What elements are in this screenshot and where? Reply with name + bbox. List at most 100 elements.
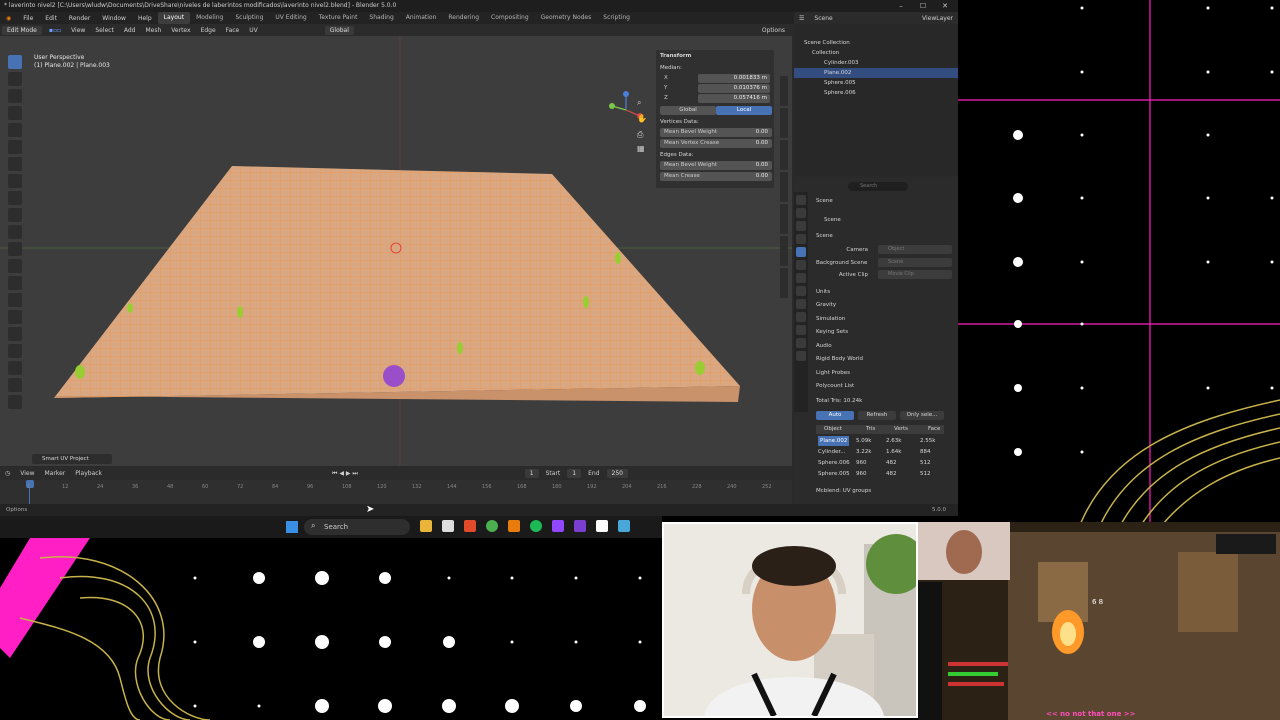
transform-orientation-dropdown[interactable]: Global [324, 25, 354, 35]
tab-compositing[interactable]: Compositing [485, 12, 535, 24]
median-y-field[interactable]: 0.010376 m [698, 84, 770, 93]
tab-animation[interactable]: Animation [400, 12, 443, 24]
viewport-menu-edge[interactable]: Edge [196, 27, 221, 34]
section-gravity[interactable]: Gravity [816, 300, 950, 310]
edge-bevel-weight-field[interactable]: 0.00 [756, 161, 768, 170]
section-units[interactable]: Units [816, 287, 950, 297]
modifier-tab-icon[interactable] [796, 286, 806, 296]
spin-tool-icon[interactable] [8, 310, 22, 324]
view-layer-selector[interactable]: ViewLayer [917, 15, 958, 22]
viewport-menu-vertex[interactable]: Vertex [166, 27, 195, 34]
mean-vertex-crease-field[interactable]: 0.00 [756, 139, 768, 148]
cursor-tool-icon[interactable] [8, 72, 22, 86]
tab-rendering[interactable]: Rendering [442, 12, 485, 24]
last-operator-panel[interactable]: Smart UV Project [32, 454, 112, 464]
brave-icon[interactable] [464, 520, 476, 532]
viewport-menu-view[interactable]: View [66, 27, 90, 34]
refresh-button[interactable]: Refresh [858, 411, 896, 420]
pan-hand-icon[interactable]: ✋ [637, 114, 647, 123]
outliner-editor-icon[interactable]: ☰ [794, 15, 809, 22]
side-tab-mcblend[interactable] [780, 268, 788, 298]
unity-icon[interactable] [596, 520, 608, 532]
section-rigid-body-world[interactable]: Rigid Body World [816, 354, 950, 364]
minimize-icon[interactable]: – [890, 0, 912, 12]
constraints-tab-icon[interactable] [796, 325, 806, 335]
current-frame-field[interactable]: 1 [524, 469, 539, 478]
menu-window[interactable]: Window [96, 15, 132, 22]
tab-geometry-nodes[interactable]: Geometry Nodes [535, 12, 598, 24]
shear-tool-icon[interactable] [8, 378, 22, 392]
section-keying-sets[interactable]: Keying Sets [816, 327, 950, 337]
data-tab-icon[interactable] [796, 338, 806, 348]
blender-taskbar-icon[interactable] [508, 520, 520, 532]
extrude-tool-icon[interactable] [8, 208, 22, 222]
timeline-menu-view[interactable]: View [15, 470, 39, 477]
median-z-field[interactable]: 0.057416 m [698, 94, 770, 103]
mode-dropdown[interactable]: Edit Mode [2, 25, 42, 35]
tab-scripting[interactable]: Scripting [597, 12, 636, 24]
section-mcblend-uv-groups[interactable]: Mcblend: UV groups [816, 486, 950, 496]
app-icon[interactable] [618, 520, 630, 532]
col-tris[interactable]: Tris [866, 425, 875, 434]
side-tab-addon[interactable] [780, 236, 788, 266]
camera-view-icon[interactable]: ⎙ [637, 130, 643, 140]
col-verts[interactable]: Verts [894, 425, 908, 434]
col-object[interactable]: Object [824, 425, 842, 434]
tab-uv-editing[interactable]: UV Editing [269, 12, 312, 24]
file-explorer-icon[interactable] [420, 520, 432, 532]
menu-file[interactable]: File [17, 15, 39, 22]
maximize-icon[interactable]: ☐ [912, 0, 934, 12]
add-cube-tool-icon[interactable] [8, 191, 22, 205]
table-row[interactable]: Cylinder... 3.22k 1.64k 884 [816, 447, 944, 457]
chrome-icon[interactable] [486, 520, 498, 532]
timeline-editor-icon[interactable]: ◷ [0, 470, 15, 477]
outliner-item[interactable]: Cylinder.003 [794, 58, 958, 68]
outliner-item[interactable]: Sphere.006 [794, 88, 958, 98]
edge-slide-tool-icon[interactable] [8, 344, 22, 358]
world-tab-icon[interactable] [796, 260, 806, 270]
timeline[interactable]: 1 12 24 36 48 60 72 84 96 108 120 132 14… [0, 480, 792, 504]
view-layer-tab-icon[interactable] [796, 234, 806, 244]
output-tab-icon[interactable] [796, 221, 806, 231]
outliner-item[interactable]: Plane.002 [794, 68, 958, 78]
windows-start-icon[interactable] [286, 521, 298, 533]
navigation-gizmo[interactable] [602, 88, 646, 132]
timeline-menu-marker[interactable]: Marker [40, 470, 71, 477]
scene-selector[interactable]: Scene [809, 15, 837, 22]
menu-edit[interactable]: Edit [39, 15, 63, 22]
tab-sculpting[interactable]: Sculpting [229, 12, 269, 24]
shrink-tool-icon[interactable] [8, 361, 22, 375]
rotate-tool-icon[interactable] [8, 106, 22, 120]
render-tab-icon[interactable] [796, 208, 806, 218]
3d-viewport[interactable]: User Perspective (1) Plane.002 | Plane.0… [0, 36, 792, 466]
select-box-tool-icon[interactable] [8, 55, 22, 69]
tab-texture-paint[interactable]: Texture Paint [313, 12, 364, 24]
background-scene-field[interactable]: Scene [878, 258, 952, 267]
global-toggle[interactable]: Global [660, 106, 716, 115]
camera-field[interactable]: Object [878, 245, 952, 254]
inset-tool-icon[interactable] [8, 225, 22, 239]
timeline-menu-playback[interactable]: Playback [70, 470, 107, 477]
section-simulation[interactable]: Simulation [816, 314, 950, 324]
mean-crease-field[interactable]: 0.00 [756, 172, 768, 181]
side-tab-item[interactable] [780, 76, 788, 106]
section-polycount-list[interactable]: Polycount List [816, 381, 950, 391]
menu-help[interactable]: Help [132, 15, 158, 22]
only-selected-toggle[interactable]: Only sele... [900, 411, 944, 420]
tab-shading[interactable]: Shading [363, 12, 399, 24]
side-tab-tool[interactable] [780, 108, 788, 138]
twitch-icon[interactable] [552, 520, 564, 532]
end-frame-field[interactable]: 250 [606, 469, 628, 478]
scale-tool-icon[interactable] [8, 123, 22, 137]
close-icon[interactable]: ✕ [934, 0, 956, 12]
table-row[interactable]: Plane.002 5.09k 2.63k 2.55k [816, 436, 944, 446]
object-tab-icon[interactable] [796, 273, 806, 283]
spotify-icon[interactable] [530, 520, 542, 532]
bevel-tool-icon[interactable] [8, 242, 22, 256]
table-row[interactable]: Sphere.005 960 482 512 [816, 469, 944, 479]
viewport-menu-select[interactable]: Select [90, 27, 119, 34]
outliner-scene-collection[interactable]: Scene Collection [794, 38, 958, 48]
scene-name-field[interactable]: Scene [824, 215, 958, 225]
menu-render[interactable]: Render [63, 15, 96, 22]
physics-tab-icon[interactable] [796, 312, 806, 322]
